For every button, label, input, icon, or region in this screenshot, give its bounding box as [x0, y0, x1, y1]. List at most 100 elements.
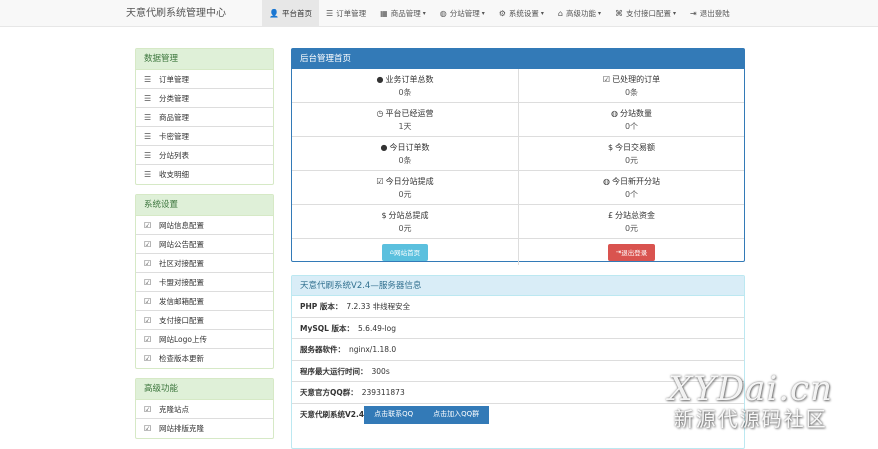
nav-label: 订单管理	[336, 9, 367, 18]
sidebar-item-update-check[interactable]: ☑ 检查版本更新	[136, 349, 273, 368]
sidebar-item-label: 收支明细	[159, 170, 189, 179]
info-label: PHP 版本：	[300, 302, 343, 311]
edit-icon: ☑	[144, 334, 152, 344]
stat-total-commission: $ 分站总提成 0元	[292, 205, 518, 238]
nav-home[interactable]: 👤 平台首页	[262, 0, 319, 27]
sidebar-item-label: 卡盟对接配置	[159, 277, 204, 287]
sidebar-item-label: 发信邮箱配置	[159, 296, 204, 306]
nav-system-settings[interactable]: ⚙ 系统设置 ▾	[492, 0, 551, 27]
stat-label: 今日分站提成	[385, 176, 434, 186]
globe-icon: ◍	[439, 9, 447, 18]
caret-down-icon: ▾	[540, 10, 544, 17]
nav-label: 商品管理	[390, 9, 421, 18]
logout-button[interactable]: ⇥ 退出登录	[607, 243, 656, 261]
dashboard-panel: 后台管理首页 ● 业务订单总数 0条 ☑ 已处理的订单 0条 ◷ 平台已经运营 1天 …	[291, 48, 745, 265]
tag-icon: ⌘	[615, 9, 623, 18]
stat-total-funds: £ 分站总资金 0元	[518, 205, 744, 238]
stat-row: $ 分站总提成 0元 £ 分站总资金 0元	[292, 205, 744, 239]
sidebar-item-clone-site[interactable]: ☑ 克隆站点	[136, 400, 273, 419]
sidebar-item-mail[interactable]: ☑ 发信邮箱配置	[136, 292, 273, 311]
sidebar-item-label: 检查版本更新	[159, 354, 204, 363]
drop-icon: ●	[376, 74, 384, 84]
nav-substations[interactable]: ◍ 分站管理 ▾	[433, 0, 492, 27]
sidebar-item-orders[interactable]: ☰ 订单管理	[136, 70, 273, 89]
nav-orders[interactable]: ☰ 订单管理	[319, 0, 373, 27]
info-row-php: PHP 版本： 7.2.33 非线程安全	[292, 296, 744, 318]
stat-row: ☑ 今日分站提成 0元 ◍ 今日新开分站 0个	[292, 171, 744, 205]
sidebar-item-categories[interactable]: ☰ 分类管理	[136, 89, 273, 108]
panel-title: 系统设置	[136, 195, 273, 216]
drop-icon: ●	[380, 142, 388, 152]
logout-icon: ⇥	[690, 9, 697, 18]
stat-uptime: ◷ 平台已经运营 1天	[292, 103, 518, 136]
stat-value: 0个	[624, 189, 639, 199]
list-icon: ☰	[144, 170, 152, 179]
stat-value: 1天	[398, 121, 412, 131]
clock-icon: ◷	[376, 108, 384, 118]
info-value: 239311873	[361, 388, 405, 397]
sidebar-system-settings: 系统设置 ☑ 网站信息配置 ☑ 网站公告配置 ☑ 社区对接配置 ☑ 卡盟对接配置 ☑ 发信…	[135, 194, 274, 369]
sidebar-item-site-info[interactable]: ☑ 网站信息配置	[136, 216, 273, 235]
nav-advanced[interactable]: ⌂ 高级功能 ▾	[551, 0, 608, 27]
sidebar-item-products[interactable]: ☰ 商品管理	[136, 108, 273, 127]
stat-today-new-substations: ◍ 今日新开分站 0个	[518, 171, 744, 204]
site-home-button[interactable]: ⌂ 网站首页	[381, 243, 429, 261]
stat-label: 分站总资金	[615, 210, 656, 220]
brand-title[interactable]: 天意代刷系统管理中心	[126, 0, 226, 27]
sidebar-item-substation-list[interactable]: ☰ 分站列表	[136, 146, 273, 165]
sidebar-item-label: 网站公告配置	[159, 239, 204, 249]
dollar-icon: $	[607, 142, 614, 152]
nav-label: 退出登陆	[699, 9, 730, 18]
sidebar-item-logo-upload[interactable]: ☑ 网站Logo上传	[136, 330, 273, 349]
stat-row: ● 今日订单数 0条 $ 今日交易额 0元	[292, 137, 744, 171]
nav-payment-config[interactable]: ⌘ 支付接口配置 ▾	[608, 0, 683, 27]
bank-icon: ⌂	[557, 9, 563, 18]
stat-label: 分站数量	[619, 108, 652, 118]
stat-value: 0元	[624, 223, 639, 233]
stat-label: 今日交易额	[615, 142, 656, 152]
stat-label: 分站总提成	[388, 210, 429, 220]
sidebar-item-community[interactable]: ☑ 社区对接配置	[136, 254, 273, 273]
gear-icon: ⚙	[498, 9, 506, 18]
stat-value: 0条	[398, 155, 412, 165]
edit-icon: ☑	[144, 424, 152, 433]
contact-qq-button[interactable]: 点击联系QQ	[364, 405, 424, 424]
sidebar-item-payment[interactable]: ☑ 支付接口配置	[136, 311, 273, 330]
list-icon: ☰	[144, 74, 152, 84]
sidebar-item-label: 支付接口配置	[159, 315, 204, 325]
edit-icon: ☑	[144, 277, 152, 287]
sidebar-item-label: 网站信息配置	[159, 220, 204, 230]
globe-icon: ◍	[603, 176, 610, 186]
sidebar-item-label: 商品管理	[159, 112, 189, 122]
sidebar-item-announcement[interactable]: ☑ 网站公告配置	[136, 235, 273, 254]
stat-row: ● 业务订单总数 0条 ☑ 已处理的订单 0条	[292, 69, 744, 103]
list-icon: ☰	[325, 9, 334, 18]
nav-label: 平台首页	[281, 9, 312, 18]
dollar-icon: $	[381, 210, 387, 220]
sidebar-item-finance[interactable]: ☰ 收支明细	[136, 165, 273, 184]
join-qq-group-button[interactable]: 点击加入QQ群	[423, 405, 490, 424]
action-row: ⌂ 网站首页 ⇥ 退出登录	[292, 239, 744, 265]
stat-value: 0个	[624, 121, 639, 131]
sidebar-item-card-union[interactable]: ☑ 卡盟对接配置	[136, 273, 273, 292]
stat-today-revenue: $ 今日交易额 0元	[518, 137, 744, 170]
sidebar-item-card-keys[interactable]: ☰ 卡密管理	[136, 127, 273, 146]
edit-icon: ☑	[144, 239, 152, 249]
sidebar-item-clone-layout[interactable]: ☑ 网站排版克隆	[136, 419, 273, 438]
info-label: 天意代刷系统V2.4	[300, 409, 365, 419]
user-icon: 👤	[269, 9, 279, 18]
nav-label: 支付接口配置	[626, 9, 671, 18]
stat-value: 0条	[398, 87, 412, 97]
nav-logout[interactable]: ⇥ 退出登陆	[683, 0, 737, 27]
stat-value: 0元	[398, 189, 412, 199]
button-label: 网站首页	[394, 249, 421, 257]
sidebar-item-label: 社区对接配置	[159, 258, 204, 268]
sidebar-item-label: 订单管理	[159, 74, 189, 84]
nav-products[interactable]: ▦ 商品管理 ▾	[373, 0, 433, 27]
info-value: 7.2.33 非线程安全	[346, 302, 411, 311]
panel-title: 天意代刷系统V2.4—服务器信息	[292, 276, 744, 296]
stat-label: 今日订单数	[389, 142, 430, 152]
sidebar-data-management: 数据管理 ☰ 订单管理 ☰ 分类管理 ☰ 商品管理 ☰ 卡密管理 ☰ 分站列表 ☰ 收支明细	[135, 48, 274, 185]
info-label: MySQL 版本：	[300, 323, 355, 333]
stat-value: 0条	[624, 87, 639, 97]
